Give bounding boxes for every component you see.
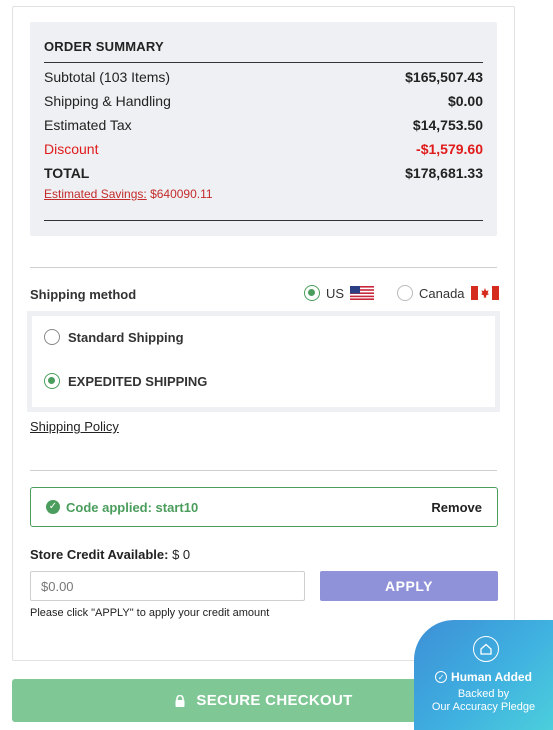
country-label-canada: Canada — [419, 285, 465, 301]
divider — [30, 470, 497, 471]
shipping-policy-link[interactable]: Shipping Policy — [30, 419, 119, 434]
store-credit-note: Please click "APPLY" to apply your credi… — [30, 607, 270, 619]
order-summary-title: ORDER SUMMARY — [44, 39, 164, 54]
promo-code-status: ✓ Code applied: start10 — [46, 500, 198, 515]
country-option-us[interactable]: US — [304, 285, 375, 301]
shipping-option-expedited[interactable]: EXPEDITED SHIPPING — [44, 373, 207, 389]
radio-unselected-icon[interactable] — [397, 285, 413, 301]
shipping-handling-row: Shipping & Handling $0.00 — [44, 91, 483, 111]
check-icon: ✓ — [435, 671, 448, 683]
estimated-savings-label[interactable]: Estimated Savings: — [44, 187, 147, 201]
store-credit-available: Store Credit Available: $ 0 — [30, 547, 190, 562]
estimated-savings: Estimated Savings: $640090.11 — [44, 187, 213, 201]
subtotal-row: Subtotal (103 Items) $165,507.43 — [44, 67, 483, 87]
shipping-method-label: Shipping method — [30, 287, 137, 302]
shipping-method-list: Standard Shipping EXPEDITED SHIPPING — [32, 316, 495, 407]
estimated-tax-label: Estimated Tax — [44, 117, 132, 133]
backed-by-line2: Our Accuracy Pledge — [431, 701, 536, 713]
human-added-label: ✓ Human Added — [414, 670, 553, 684]
backed-by-line1: Backed by — [457, 688, 510, 700]
us-flag-icon — [350, 286, 375, 300]
backed-by-text: Backed by Our Accuracy Pledge — [414, 688, 553, 714]
total-value: $178,681.33 — [405, 165, 483, 181]
divider — [30, 267, 497, 268]
estimated-tax-row: Estimated Tax $14,753.50 — [44, 115, 483, 135]
radio-unselected-icon[interactable] — [44, 329, 60, 345]
total-label: TOTAL — [44, 165, 90, 181]
store-credit-amount: $ 0 — [172, 547, 191, 562]
country-label-us: US — [326, 285, 345, 301]
promo-code-applied: ✓ Code applied: start10 Remove — [30, 487, 498, 527]
radio-selected-icon[interactable] — [44, 373, 60, 389]
shipping-option-label: EXPEDITED SHIPPING — [68, 373, 208, 389]
shipping-option-standard[interactable]: Standard Shipping — [44, 329, 184, 345]
apply-credit-button[interactable]: APPLY — [320, 571, 498, 601]
shipping-handling-value: $0.00 — [447, 93, 483, 109]
canada-flag-icon — [470, 286, 499, 300]
discount-row: Discount -$1,579.60 — [44, 139, 483, 159]
estimated-tax-value: $14,753.50 — [412, 117, 483, 133]
secure-checkout-label: SECURE CHECKOUT — [196, 692, 353, 709]
total-row: TOTAL $178,681.33 — [44, 163, 483, 183]
divider — [44, 62, 483, 63]
check-icon: ✓ — [46, 500, 60, 514]
shipping-option-label: Standard Shipping — [68, 329, 184, 345]
human-added-text: Human Added — [451, 670, 532, 684]
shipping-handling-label: Shipping & Handling — [44, 93, 171, 109]
store-credit-label: Store Credit Available: — [30, 547, 169, 562]
store-credit-input[interactable] — [30, 571, 305, 601]
order-summary: ORDER SUMMARY Subtotal (103 Items) $165,… — [30, 22, 497, 236]
discount-label: Discount — [44, 141, 99, 157]
radio-selected-icon[interactable] — [304, 285, 320, 301]
divider — [44, 220, 483, 221]
remove-promo-button[interactable]: Remove — [431, 500, 482, 515]
subtotal-label: Subtotal (103 Items) — [44, 69, 171, 85]
estimated-savings-value: $640090.11 — [150, 187, 213, 201]
subtotal-value: $165,507.43 — [405, 69, 483, 85]
lock-icon — [175, 694, 185, 707]
discount-value: -$1,579.60 — [416, 141, 483, 157]
house-icon — [473, 636, 499, 662]
promo-code-text: Code applied: start10 — [66, 499, 199, 515]
accuracy-pledge-badge[interactable]: ✓ Human Added Backed by Our Accuracy Ple… — [414, 620, 553, 730]
country-option-canada[interactable]: Canada — [397, 285, 499, 301]
